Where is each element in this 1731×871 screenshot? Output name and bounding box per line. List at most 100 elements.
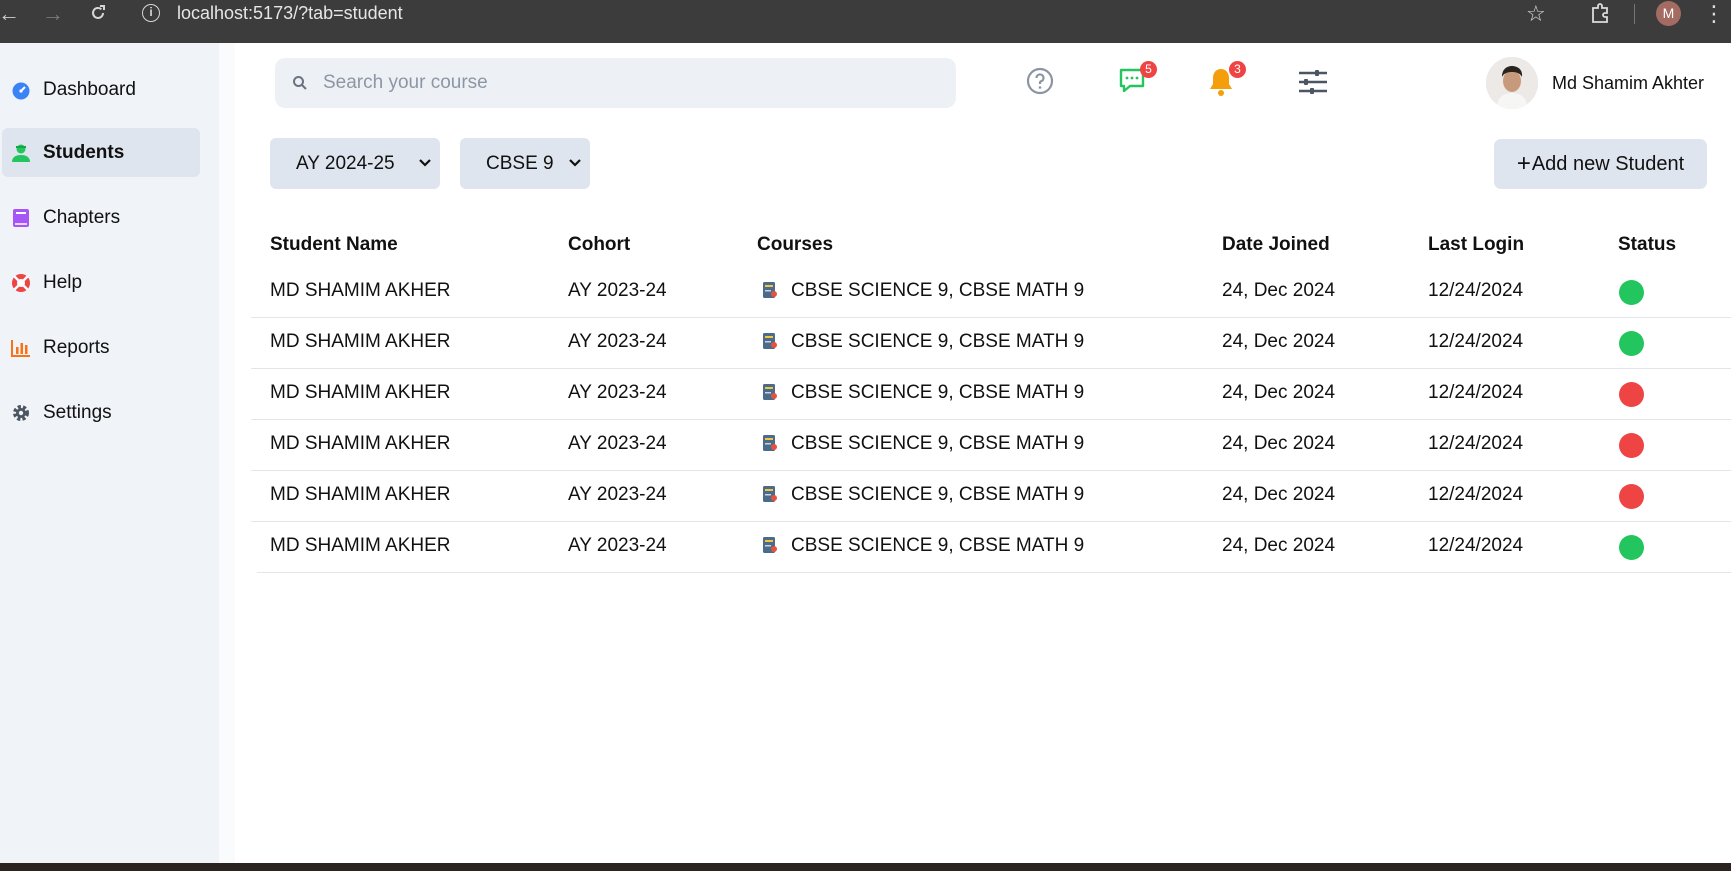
browser-profile-avatar[interactable]: M xyxy=(1656,1,1681,26)
last-login-cell: 12/24/2024 xyxy=(1428,280,1524,301)
status-indicator xyxy=(1619,331,1644,356)
bookmark-star-icon[interactable]: ☆ xyxy=(1526,1,1546,27)
taskbar-strip xyxy=(0,863,1731,871)
search-bar[interactable] xyxy=(275,58,956,108)
sidebar-item-label: Students xyxy=(43,141,125,163)
table-row[interactable]: MD SHAMIM AKHER AY 2023-24 CBSE SCIENCE 9,… xyxy=(251,369,1731,420)
date-joined-cell: 24, Dec 2024 xyxy=(1222,280,1336,301)
table-row[interactable]: MD SHAMIM AKHER AY 2023-24 CBSE SCIENCE 9,… xyxy=(251,420,1731,471)
status-indicator xyxy=(1619,535,1644,560)
last-login-cell: 12/24/2024 xyxy=(1428,535,1524,556)
cohort-cell: AY 2023-24 xyxy=(568,331,667,352)
academic-year-value: AY 2024-25 xyxy=(296,152,395,174)
status-indicator xyxy=(1619,382,1644,407)
help-question-icon[interactable] xyxy=(1026,67,1056,97)
add-new-student-button[interactable]: + Add new Student xyxy=(1494,139,1707,189)
user-name: Md Shamim Akhter xyxy=(1552,73,1705,93)
courses-cell: CBSE SCIENCE 9, CBSE MATH 9 xyxy=(791,382,1085,403)
status-indicator xyxy=(1619,484,1644,509)
table-row[interactable]: MD SHAMIM AKHER AY 2023-24 CBSE SCIENCE 9,… xyxy=(251,318,1731,369)
row-divider xyxy=(257,572,1731,573)
forward-icon[interactable]: → xyxy=(40,0,66,27)
filter-sliders-icon[interactable] xyxy=(1297,67,1327,97)
dashboard-gauge-icon xyxy=(11,80,31,100)
course-book-icon xyxy=(761,535,779,555)
date-joined-cell: 24, Dec 2024 xyxy=(1222,433,1336,454)
sidebar-item-label: Reports xyxy=(43,336,110,358)
messages-count-badge: 5 xyxy=(1140,61,1157,78)
student-name-cell: MD SHAMIM AKHER xyxy=(270,484,451,505)
notifications-bell-icon[interactable]: 3 xyxy=(1207,61,1246,97)
academic-year-select[interactable]: AY 2024-25 xyxy=(270,138,440,189)
back-icon[interactable]: ← xyxy=(0,0,22,27)
student-name-cell: MD SHAMIM AKHER xyxy=(270,535,451,556)
date-joined-cell: 24, Dec 2024 xyxy=(1222,535,1336,556)
chevron-down-icon xyxy=(419,159,431,167)
sidebar-item-dashboard[interactable]: Dashboard xyxy=(2,65,200,114)
table-row[interactable]: MD SHAMIM AKHER AY 2023-24 CBSE SCIENCE 9,… xyxy=(251,267,1731,318)
last-login-cell: 12/24/2024 xyxy=(1428,484,1524,505)
app-root: Dashboard Students Chapters Help Reports xyxy=(0,43,1731,863)
course-book-icon xyxy=(761,331,779,351)
course-book-icon xyxy=(761,484,779,504)
status-indicator xyxy=(1619,433,1644,458)
courses-cell: CBSE SCIENCE 9, CBSE MATH 9 xyxy=(791,331,1085,352)
courses-cell: CBSE SCIENCE 9, CBSE MATH 9 xyxy=(791,535,1085,556)
cohort-cell: AY 2023-24 xyxy=(568,382,667,403)
site-info-icon[interactable]: i xyxy=(142,4,160,22)
sidebar-item-help[interactable]: Help xyxy=(2,258,200,307)
user-avatar[interactable] xyxy=(1486,57,1538,109)
course-book-icon xyxy=(761,280,779,300)
browser-toolbar: ← → i localhost:5173/?tab=student ☆ M ⋮ xyxy=(0,0,1731,43)
header-status[interactable]: Status xyxy=(1618,234,1676,256)
last-login-cell: 12/24/2024 xyxy=(1428,331,1524,352)
sidebar-item-label: Dashboard xyxy=(43,78,136,100)
cohort-cell: AY 2023-24 xyxy=(568,484,667,505)
course-book-icon xyxy=(761,433,779,453)
messages-icon[interactable]: 5 xyxy=(1118,61,1157,97)
sidebar-item-settings[interactable]: Settings xyxy=(2,388,200,437)
last-login-cell: 12/24/2024 xyxy=(1428,382,1524,403)
search-icon xyxy=(292,75,308,91)
student-name-cell: MD SHAMIM AKHER xyxy=(270,331,451,352)
search-input[interactable] xyxy=(323,72,923,94)
sidebar-item-chapters[interactable]: Chapters xyxy=(2,193,200,242)
header-date-joined[interactable]: Date Joined xyxy=(1222,234,1330,256)
sidebar-item-students[interactable]: Students xyxy=(2,128,200,177)
book-icon xyxy=(11,208,31,228)
courses-cell: CBSE SCIENCE 9, CBSE MATH 9 xyxy=(791,280,1085,301)
sidebar-gutter xyxy=(219,43,235,863)
notifications-count-badge: 3 xyxy=(1229,61,1246,78)
last-login-cell: 12/24/2024 xyxy=(1428,433,1524,454)
lifebuoy-icon xyxy=(11,273,31,293)
status-indicator xyxy=(1619,280,1644,305)
reload-icon[interactable] xyxy=(85,0,111,27)
add-new-student-label: Add new Student xyxy=(1531,152,1685,175)
gear-icon xyxy=(11,403,31,423)
date-joined-cell: 24, Dec 2024 xyxy=(1222,484,1336,505)
sidebar-item-label: Settings xyxy=(43,401,112,423)
chevron-down-icon xyxy=(569,159,581,167)
courses-cell: CBSE SCIENCE 9, CBSE MATH 9 xyxy=(791,433,1085,454)
sidebar-item-reports[interactable]: Reports xyxy=(2,323,200,372)
plus-icon: + xyxy=(1516,150,1531,177)
sidebar: Dashboard Students Chapters Help Reports xyxy=(0,43,219,863)
sidebar-item-label: Chapters xyxy=(43,206,121,228)
students-icon xyxy=(11,143,31,163)
address-bar[interactable]: localhost:5173/?tab=student xyxy=(177,3,403,24)
header-courses[interactable]: Courses xyxy=(757,234,833,256)
header-last-login[interactable]: Last Login xyxy=(1428,234,1524,256)
courses-cell: CBSE SCIENCE 9, CBSE MATH 9 xyxy=(791,484,1085,505)
class-select[interactable]: CBSE 9 xyxy=(460,138,590,189)
student-name-cell: MD SHAMIM AKHER xyxy=(270,433,451,454)
table-row[interactable]: MD SHAMIM AKHER AY 2023-24 CBSE SCIENCE 9,… xyxy=(251,471,1731,522)
class-value: CBSE 9 xyxy=(486,152,554,174)
cohort-cell: AY 2023-24 xyxy=(568,535,667,556)
extensions-icon[interactable] xyxy=(1589,2,1611,30)
header-student-name[interactable]: Student Name xyxy=(270,234,398,256)
header-cohort[interactable]: Cohort xyxy=(568,234,630,256)
table-row[interactable]: MD SHAMIM AKHER AY 2023-24 CBSE SCIENCE 9,… xyxy=(251,522,1731,573)
bar-chart-icon xyxy=(11,338,31,358)
date-joined-cell: 24, Dec 2024 xyxy=(1222,331,1336,352)
browser-menu-icon[interactable]: ⋮ xyxy=(1703,1,1725,27)
